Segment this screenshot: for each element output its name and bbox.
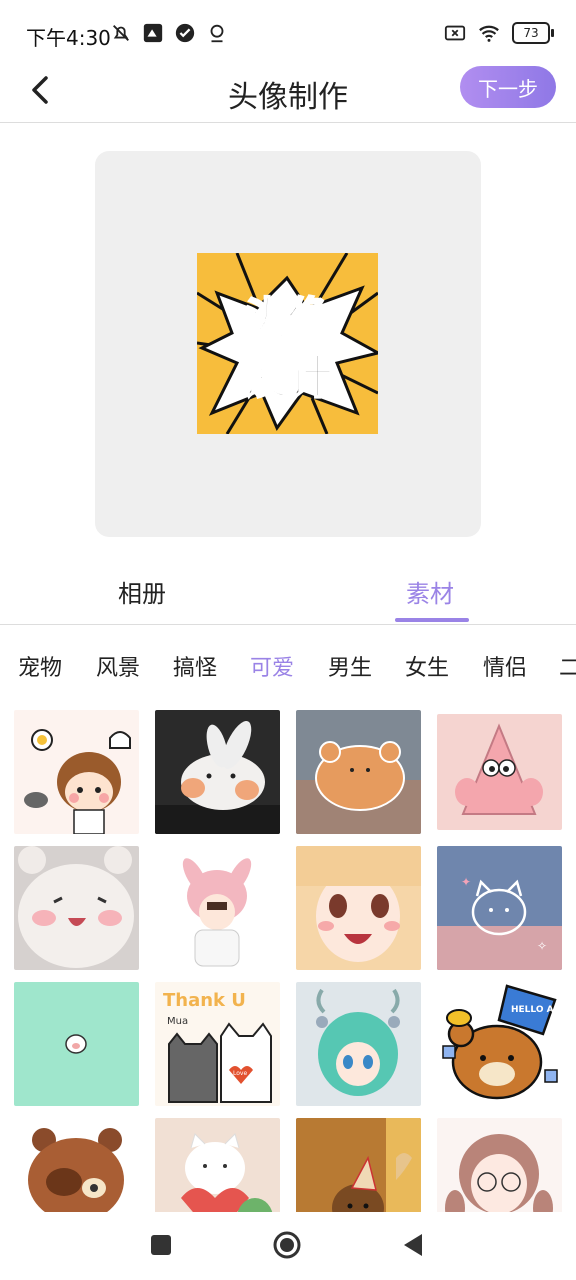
- category-bar: 宠物 风景 搞怪 可爱 男生 女生 情侣 二: [0, 636, 576, 696]
- grid-item-brown-bear[interactable]: [14, 1118, 139, 1212]
- grid-item-rabbit-hat-girl[interactable]: [155, 846, 280, 970]
- art-text-line1: 头像: [241, 292, 333, 346]
- grid-item-anime-girl[interactable]: [296, 846, 421, 970]
- avatar-image[interactable]: 头像 设计: [197, 253, 378, 434]
- burst-graphic: 头像 设计: [197, 253, 378, 434]
- category-girls[interactable]: 女生: [405, 650, 449, 682]
- grid-item-teddy-party[interactable]: [296, 1118, 421, 1212]
- check-circle-icon: [175, 23, 195, 43]
- material-grid: ✦ ✧ Thank U Mua Love HELLO ALS: [14, 708, 574, 1212]
- tab-album[interactable]: 相册: [118, 574, 166, 609]
- category-more[interactable]: 二: [559, 650, 576, 682]
- grid-item-white-rabbit[interactable]: [155, 710, 280, 834]
- sticker-text-thank: Thank U: [163, 990, 246, 1011]
- wifi-icon: [479, 25, 499, 42]
- grid-item-glasses-girl[interactable]: [437, 1118, 562, 1212]
- location-icon: [210, 24, 224, 43]
- app-header: 头像制作 下一步: [0, 62, 576, 123]
- home-icon[interactable]: [272, 1230, 302, 1260]
- grid-item-rilakkuma-bucket[interactable]: HELLO ALS: [437, 982, 562, 1106]
- category-boys[interactable]: 男生: [328, 650, 372, 682]
- art-text-line2: 设计: [241, 350, 333, 404]
- grid-item-line-cat[interactable]: ✦ ✧: [437, 846, 562, 970]
- svg-text:✦: ✦: [461, 875, 471, 889]
- status-time: 下午4:30: [26, 26, 111, 50]
- status-icons-left: [110, 22, 228, 44]
- grid-item-cloud-bear[interactable]: [296, 710, 421, 834]
- status-bar: 下午4:30 73: [0, 0, 576, 70]
- sticker-text-hello: HELLO ALS: [511, 1005, 562, 1015]
- grid-item-cat-heart[interactable]: [155, 1118, 280, 1212]
- recent-apps-icon[interactable]: [146, 1230, 176, 1260]
- category-cute[interactable]: 可爱: [250, 650, 294, 682]
- category-couples[interactable]: 情侣: [483, 650, 527, 682]
- back-nav-icon[interactable]: [398, 1230, 428, 1260]
- sim-off-icon: [444, 25, 466, 41]
- grid-item-thank-u-cats[interactable]: Thank U Mua Love: [155, 982, 280, 1106]
- system-nav-bar: [0, 1212, 576, 1280]
- mute-icon: [113, 25, 129, 41]
- grid-item-chef-girl[interactable]: [14, 710, 139, 834]
- category-funny[interactable]: 搞怪: [173, 650, 217, 682]
- app-notification-icon: [143, 23, 163, 43]
- status-icons-right: 73: [444, 22, 554, 44]
- svg-text:✧: ✧: [537, 939, 547, 953]
- grid-item-patrick[interactable]: [437, 714, 562, 830]
- avatar-preview: 头像 设计: [95, 151, 481, 537]
- tab-active-indicator: [395, 618, 469, 622]
- sticker-text-mua: Mua: [167, 1016, 188, 1027]
- category-scenery[interactable]: 风景: [96, 650, 140, 682]
- grid-item-mint-piglet[interactable]: [14, 982, 139, 1106]
- source-tabs: 相册 素材: [0, 560, 576, 625]
- tab-material[interactable]: 素材: [406, 574, 454, 609]
- grid-item-plush-bear[interactable]: [14, 846, 139, 970]
- sticker-text-love: Love: [233, 1070, 247, 1077]
- battery-indicator: 73: [512, 22, 554, 44]
- category-pets[interactable]: 宠物: [18, 650, 62, 682]
- grid-item-robot-girl[interactable]: [296, 982, 421, 1106]
- next-step-button[interactable]: 下一步: [460, 66, 556, 108]
